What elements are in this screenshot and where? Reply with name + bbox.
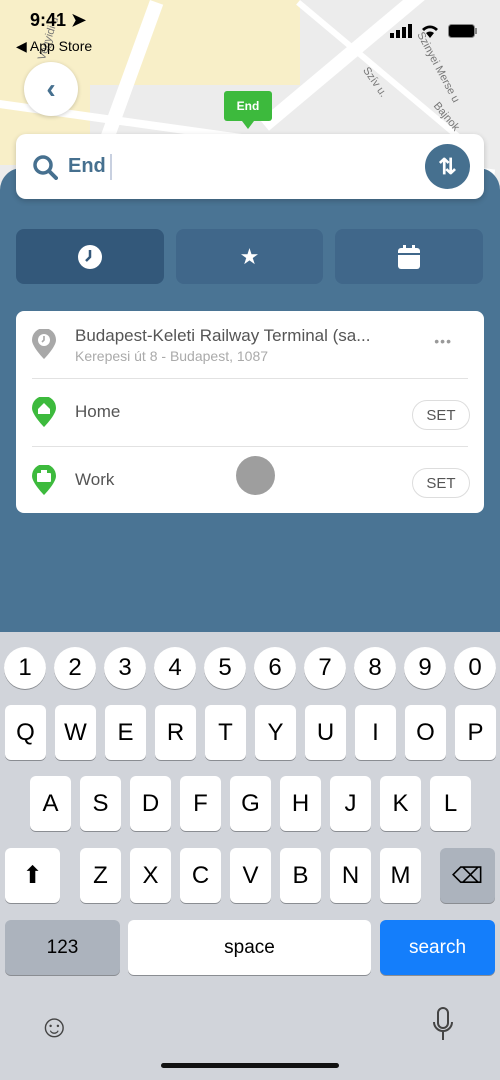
key-c[interactable]: C: [180, 848, 221, 903]
key-r[interactable]: R: [155, 705, 196, 760]
emoji-icon[interactable]: ☺: [38, 1008, 71, 1045]
tab-recent[interactable]: [16, 229, 164, 284]
place-name: Home: [75, 402, 121, 421]
key-u[interactable]: U: [305, 705, 346, 760]
location-arrow-icon: ➤: [71, 10, 87, 30]
status-time: 9:41 ➤: [30, 10, 87, 30]
back-button[interactable]: ‹: [24, 62, 78, 116]
star-icon: ★: [239, 243, 260, 269]
key-e[interactable]: E: [105, 705, 146, 760]
tab-favorites[interactable]: ★: [176, 229, 323, 284]
calendar-icon: [398, 244, 420, 269]
home-indicator: [161, 1063, 339, 1068]
key-q[interactable]: Q: [5, 705, 46, 760]
key-6[interactable]: 6: [254, 647, 296, 689]
set-home-button[interactable]: SET: [412, 400, 470, 430]
list-item-recent[interactable]: Budapest-Keleti Railway Terminal (sa... …: [16, 311, 484, 378]
back-to-app-store[interactable]: ◀ App Store: [16, 38, 92, 55]
key-h[interactable]: H: [280, 776, 321, 831]
key-w[interactable]: W: [55, 705, 96, 760]
key-7[interactable]: 7: [304, 647, 346, 689]
end-pin-marker: End: [224, 91, 272, 129]
key-o[interactable]: O: [405, 705, 446, 760]
key-g[interactable]: G: [230, 776, 271, 831]
key-p[interactable]: P: [455, 705, 496, 760]
key-b[interactable]: B: [280, 848, 321, 903]
key-v[interactable]: V: [230, 848, 271, 903]
key-8[interactable]: 8: [354, 647, 396, 689]
key-3[interactable]: 3: [104, 647, 146, 689]
key-search[interactable]: search: [380, 920, 495, 975]
swap-arrows-icon: ⇅: [438, 153, 457, 179]
key-shift[interactable]: ⬆: [5, 848, 60, 903]
key-i[interactable]: I: [355, 705, 396, 760]
text-caret: [109, 153, 112, 180]
key-z[interactable]: Z: [80, 848, 121, 903]
place-name: Budapest-Keleti Railway Terminal (sa...: [75, 326, 371, 345]
tab-calendar[interactable]: [335, 229, 483, 284]
set-work-button[interactable]: SET: [412, 468, 470, 498]
touch-indicator: [236, 456, 275, 495]
chevron-left-icon: ‹: [46, 73, 56, 104]
shift-icon: ⬆: [22, 862, 43, 889]
work-pin-icon: [32, 465, 56, 495]
key-1[interactable]: 1: [4, 647, 46, 689]
key-y[interactable]: Y: [255, 705, 296, 760]
key-4[interactable]: 4: [154, 647, 196, 689]
search-field[interactable]: End ⇅: [16, 134, 484, 199]
key-j[interactable]: J: [330, 776, 371, 831]
key-l[interactable]: L: [430, 776, 471, 831]
key-f[interactable]: F: [180, 776, 221, 831]
key-d[interactable]: D: [130, 776, 171, 831]
search-icon: [33, 154, 58, 180]
key-x[interactable]: X: [130, 848, 171, 903]
key-space[interactable]: space: [128, 920, 371, 975]
key-2[interactable]: 2: [54, 647, 96, 689]
key-123[interactable]: 123: [5, 920, 120, 975]
key-5[interactable]: 5: [204, 647, 246, 689]
home-pin-icon: [32, 397, 56, 427]
history-pin-icon: [32, 329, 56, 359]
key-t[interactable]: T: [205, 705, 246, 760]
place-address: Kerepesi út 8 - Budapest, 1087: [75, 348, 269, 364]
more-options-button[interactable]: •••: [434, 333, 452, 349]
key-n[interactable]: N: [330, 848, 371, 903]
key-m[interactable]: M: [380, 848, 421, 903]
key-9[interactable]: 9: [404, 647, 446, 689]
microphone-icon[interactable]: [430, 1006, 456, 1046]
clock-icon: [78, 244, 102, 269]
backspace-icon: ⌫: [451, 862, 484, 888]
key-backspace[interactable]: ⌫: [440, 848, 495, 903]
key-a[interactable]: A: [30, 776, 71, 831]
place-name: Work: [75, 470, 115, 489]
key-0[interactable]: 0: [454, 647, 496, 689]
key-s[interactable]: S: [80, 776, 121, 831]
search-input[interactable]: End: [68, 155, 106, 178]
list-item-home[interactable]: Home SET: [16, 379, 484, 446]
street-label: Szinyei Merse u: [414, 30, 462, 105]
battery-icon: [448, 24, 477, 38]
wifi-icon: [422, 25, 438, 38]
key-k[interactable]: K: [380, 776, 421, 831]
swap-direction-button[interactable]: ⇅: [425, 144, 470, 189]
signal-icon: [390, 24, 412, 38]
